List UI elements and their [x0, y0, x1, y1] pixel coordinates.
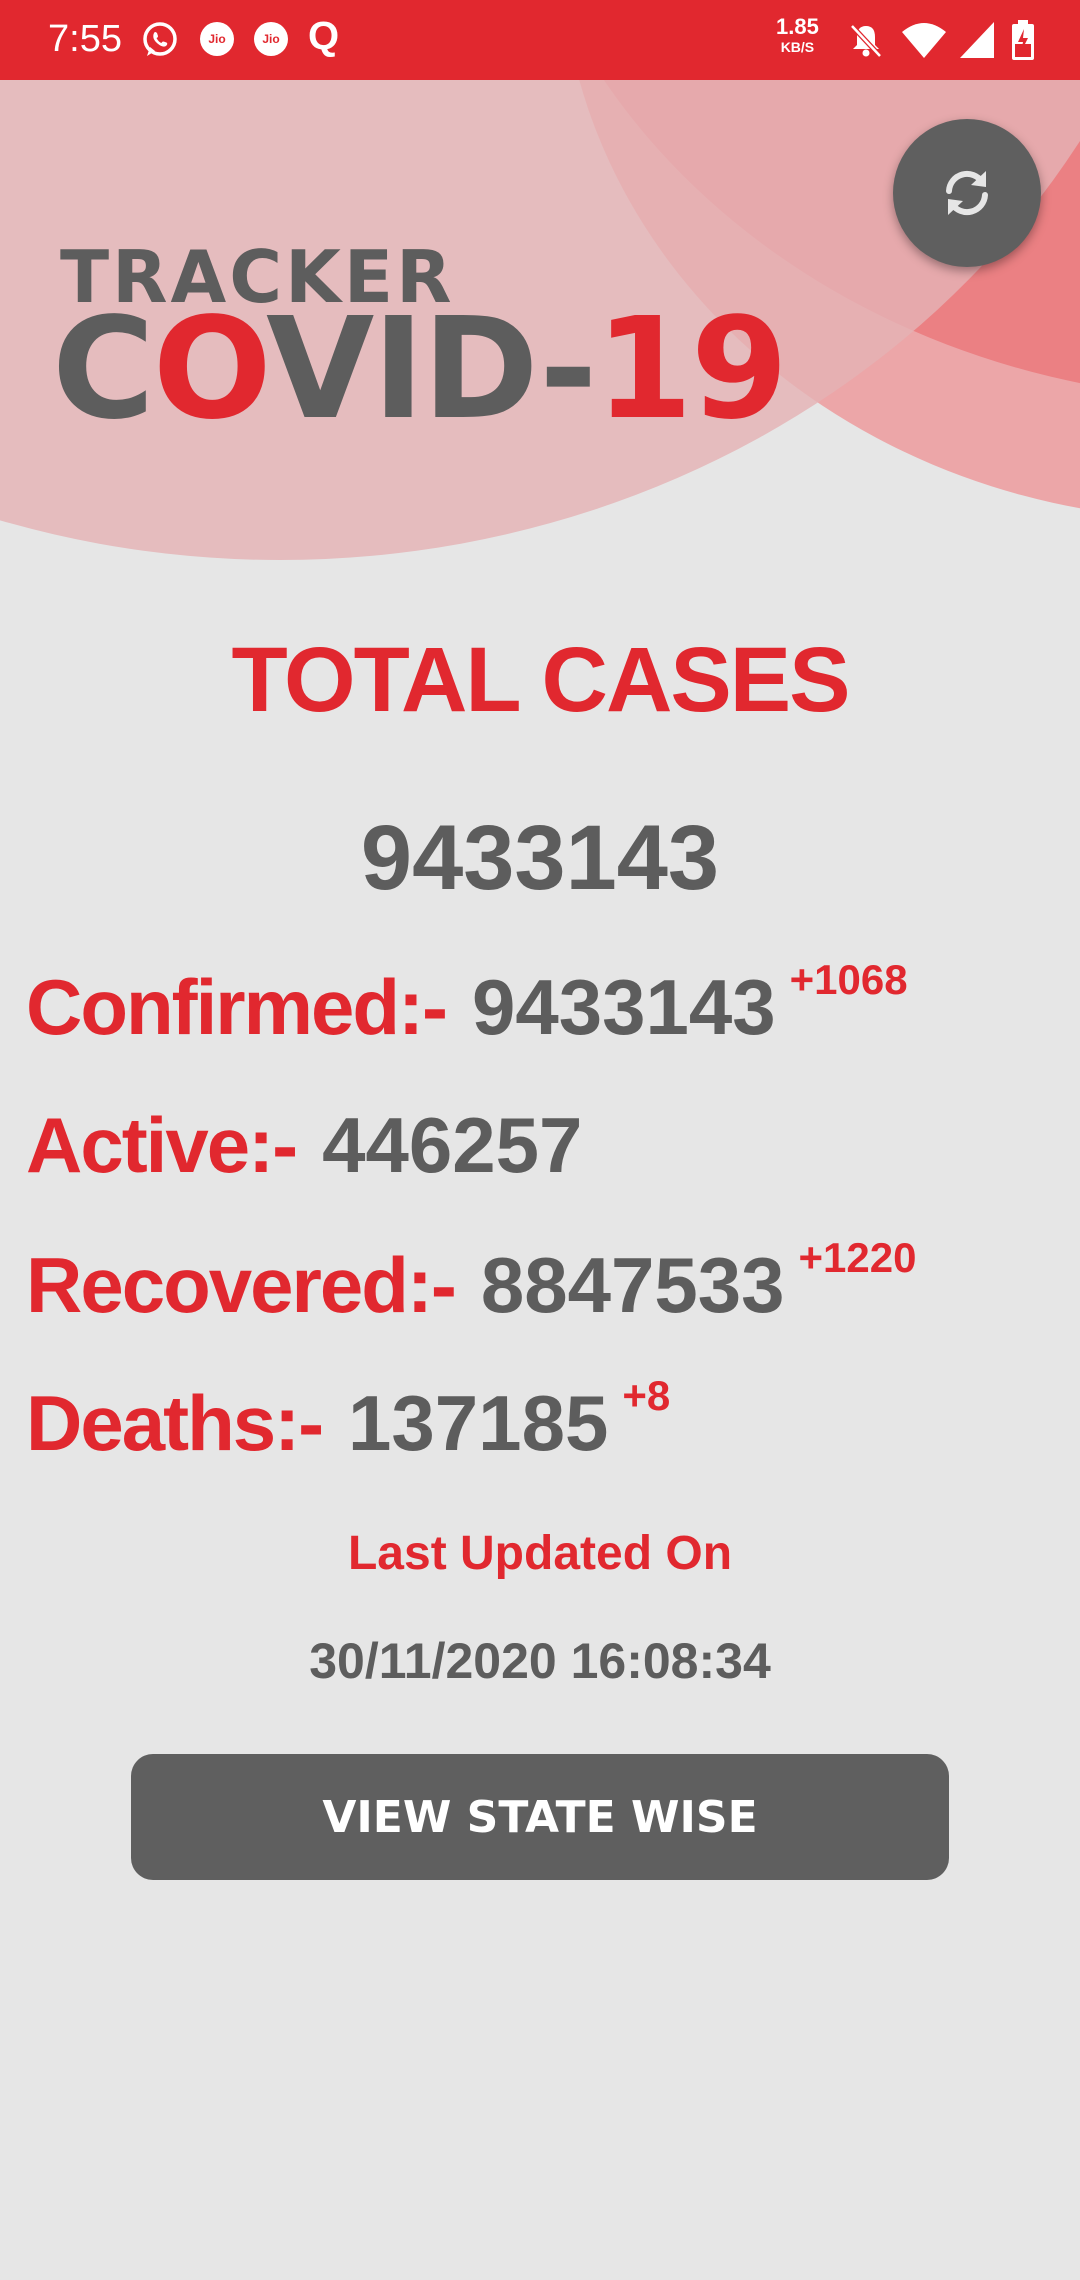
- confirmed-delta: +1068: [789, 956, 908, 1003]
- q-app-icon: Q: [308, 14, 340, 58]
- logo-covid-part: 19: [595, 288, 788, 451]
- signal-icon: [958, 20, 998, 65]
- recovered-value: 8847533: [480, 1241, 785, 1329]
- jio-icon: Jio: [254, 22, 288, 56]
- last-updated-value: 30/11/2020 16:08:34: [309, 1633, 771, 1689]
- status-time: 7:55: [48, 18, 122, 60]
- battery-charging-icon: [1010, 20, 1036, 67]
- refresh-icon: [946, 170, 988, 216]
- logo-covid-part: VID-: [266, 288, 597, 451]
- deaths-value: 137185: [348, 1379, 609, 1467]
- active-row: Active:- 446257: [26, 1100, 582, 1191]
- refresh-button[interactable]: [893, 119, 1041, 267]
- active-label: Active:-: [26, 1101, 298, 1189]
- logo-covid-part: O: [152, 288, 268, 451]
- network-speed-unit: KB/S: [780, 39, 815, 55]
- bell-muted-icon: [846, 20, 886, 65]
- logo-covid-text: COVID-19: [52, 300, 788, 440]
- network-speed-value: 1.85: [776, 14, 819, 39]
- recovered-label: Recovered:-: [26, 1241, 457, 1329]
- total-cases-title: TOTAL CASES: [231, 629, 851, 731]
- recovered-delta: +1220: [798, 1234, 917, 1281]
- last-updated-label: Last Updated On: [347, 1527, 733, 1580]
- network-speed: 1.85 KB/S: [776, 14, 819, 55]
- view-state-wise-button[interactable]: VIEW STATE WISE: [131, 1754, 949, 1880]
- active-value: 446257: [322, 1101, 583, 1189]
- confirmed-value: 9433143: [471, 963, 776, 1051]
- recovered-row: Recovered:- 8847533 +1220: [26, 1234, 916, 1331]
- confirmed-label: Confirmed:-: [26, 963, 448, 1051]
- wifi-icon: [900, 20, 948, 65]
- confirmed-row: Confirmed:- 9433143 +1068: [26, 956, 908, 1053]
- app-screen: 7:55 Jio Jio Q 1.85 KB/S TRACKER COVID-1…: [0, 0, 1080, 2280]
- status-bar: 7:55 Jio Jio Q 1.85 KB/S: [0, 0, 1080, 80]
- deaths-delta: +8: [622, 1372, 671, 1419]
- total-cases-value: 9433143: [360, 807, 720, 909]
- deaths-row: Deaths:- 137185 +8: [26, 1372, 670, 1469]
- whatsapp-icon: [140, 20, 180, 65]
- deaths-label: Deaths:-: [26, 1379, 324, 1467]
- logo-covid-part: C: [52, 288, 155, 451]
- jio-icon: Jio: [200, 22, 234, 56]
